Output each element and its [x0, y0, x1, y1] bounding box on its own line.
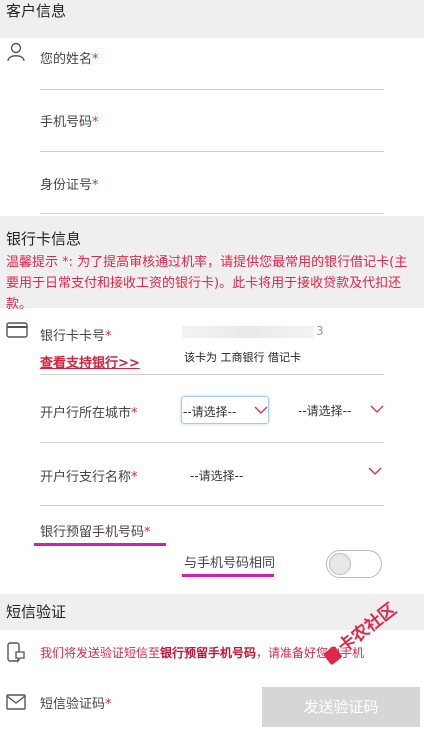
chevron-down-icon	[370, 405, 384, 413]
same-as-phone-toggle[interactable]	[326, 550, 382, 578]
supported-banks-link[interactable]: 查看支持银行>>	[40, 352, 140, 371]
phone-field-underline	[40, 151, 384, 152]
city-underline	[40, 442, 384, 443]
card-number-underline	[40, 374, 384, 375]
branch-select[interactable]: --请选择--	[188, 462, 388, 490]
name-field-label[interactable]: 您的姓名*	[40, 48, 99, 67]
customer-section-title: 客户信息	[6, 2, 67, 20]
city-province-select[interactable]: --请选择--	[181, 396, 269, 424]
chevron-down-icon	[368, 467, 382, 475]
city-field-label: 开户行所在城市*	[40, 406, 138, 421]
city-province-select-value: --请选择--	[183, 405, 237, 419]
card-type-text: 该卡为 工商银行 借记卡	[184, 351, 301, 364]
same-as-phone-highlight	[182, 574, 274, 577]
same-as-phone-label: 与手机号码相同	[184, 556, 276, 571]
chevron-down-icon	[254, 406, 268, 414]
reserved-phone-highlight	[34, 543, 166, 546]
phone-field-label[interactable]: 手机号码*	[40, 111, 99, 130]
city-select[interactable]: --请选择--	[296, 396, 388, 424]
id-field-label[interactable]: 身份证号*	[40, 174, 99, 193]
envelope-icon	[6, 694, 26, 710]
bank-notice: 温馨提示 *: 为了提高审核通过机率，请提供您最常用的银行借记卡(主要用于日常支…	[6, 255, 408, 312]
branch-field-label: 开户行支行名称*	[40, 470, 138, 485]
sms-code-label[interactable]: 短信验证码*	[40, 693, 112, 712]
phone-message-icon	[7, 642, 25, 664]
sms-info-text: 我们将发送验证短信至银行预留手机号码，请准备好您的手机	[40, 646, 365, 660]
toggle-knob	[329, 553, 351, 575]
send-code-button[interactable]: 发送验证码	[262, 687, 420, 727]
reserved-phone-label[interactable]: 银行预留手机号码*	[40, 521, 151, 540]
bank-section-title: 银行卡信息	[6, 230, 82, 248]
card-number-masked	[182, 326, 314, 338]
user-icon	[7, 42, 25, 62]
card-number-input[interactable]: 3	[182, 322, 332, 342]
card-icon	[6, 322, 28, 338]
name-field-underline	[40, 89, 384, 90]
id-field-underline	[40, 213, 384, 214]
card-number-tail: 3	[316, 324, 324, 338]
customer-section-header: 客户信息	[0, 0, 424, 38]
branch-select-value: --请选择--	[190, 469, 244, 483]
city-select-value: --请选择--	[298, 404, 352, 418]
card-number-label: 银行卡卡号*	[40, 329, 112, 344]
branch-underline	[40, 505, 384, 506]
sms-section-title: 短信验证	[6, 603, 67, 621]
